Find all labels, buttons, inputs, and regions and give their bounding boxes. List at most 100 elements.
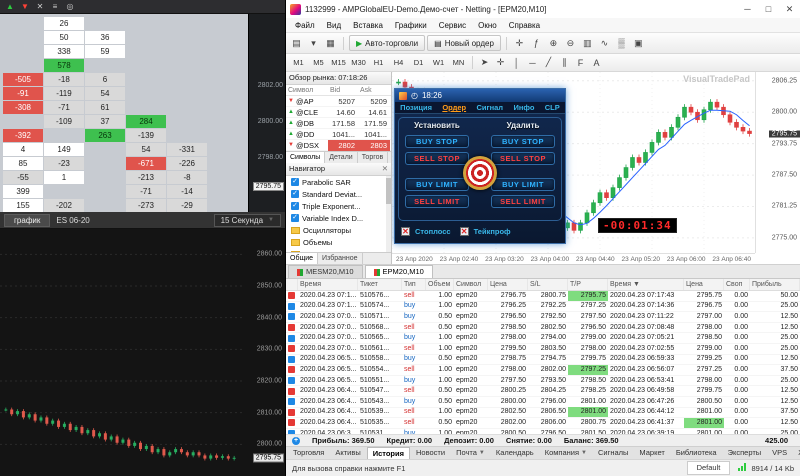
ladder-cell[interactable]: -139 [126,129,166,142]
new-order-button[interactable]: ▤ Новый ордер [427,35,501,51]
takeprofit-checkbox[interactable]: ✕ [459,227,469,236]
zoom-out-icon[interactable]: ⊖ [563,35,578,51]
history-row[interactable]: 2020.04.23 06:5... 510551... buy 1.00 epm20 2… [286,376,800,387]
history-column[interactable]: Своп [724,279,750,290]
ladder-cell[interactable]: -71 [44,101,84,114]
history-columns[interactable]: Время Тикет Тип Объем Символ Цена S/L T/P Время … [286,279,800,291]
tab-chart[interactable]: график [4,213,51,227]
market-watch-row[interactable]: ▲ @CLE 14.60 14.61 [286,107,391,118]
market-watch-tab-Детали[interactable]: Детали [325,152,358,163]
toolbox-tab-Торговля[interactable]: Торговля [288,447,329,459]
price-ladder[interactable]: 26 50 36 338 59 578 -505 -18 6 -91 -119 54 -308 -71 61… [0,14,248,212]
history-column[interactable]: Прибыль [750,279,800,290]
menu-icon[interactable]: ≡ [50,1,60,13]
ladder-cell[interactable] [126,59,166,72]
history-column[interactable]: Цена [684,279,724,290]
fibo-icon[interactable]: F [573,55,588,71]
menu-Сервис[interactable]: Сервис [433,21,472,30]
tile-windows-icon[interactable]: ▦ [323,35,338,51]
ladder-cell[interactable]: 85 [3,157,43,170]
ladder-cell[interactable] [85,143,125,156]
ladder-cell[interactable] [3,59,43,72]
ladder-cell[interactable]: 36 [85,31,125,44]
close-icon[interactable]: ✕ [382,163,388,175]
chart-tab-EPM20,M10[interactable]: EPM20,M10 [364,265,433,278]
ladder-cell[interactable] [44,185,84,198]
ladder-cell[interactable]: -8 [167,171,207,184]
market-watch-row[interactable]: ▲ @DB 171.58 171.59 [286,118,391,129]
time-axis[interactable]: 23 Апр 2020 23 Апр 02:40 23 Апр 03:20 23 Ап… [392,253,755,264]
toolbox-tab-Почта[interactable]: Почта ▼ [451,447,490,459]
history-column[interactable]: Цена [488,279,528,290]
menu-Графики[interactable]: Графики [389,21,433,30]
timeframe-H4[interactable]: H4 [389,56,408,69]
tradepad-tab-Позиция[interactable]: Позиция [400,103,432,112]
history-row[interactable]: 2020.04.23 07:1... 510576... sell 1.00 epm20… [286,291,800,302]
ladder-cell[interactable] [167,31,207,44]
sell-limit-button[interactable]: SELL LIMIT [405,195,469,208]
crosshair-tool-icon[interactable]: ✛ [493,55,508,71]
flatten-icon[interactable]: ✕ [35,1,45,13]
checkbox-icon[interactable]: ✓ [291,178,299,186]
history-column[interactable]: Время ▼ [608,279,684,290]
market-watch-tab-Символы[interactable]: Символы [286,152,326,163]
history-column[interactable] [286,279,298,290]
menu-Окно[interactable]: Окно [472,21,503,30]
toolbox-tab-Компания[interactable]: Компания ▼ [540,447,592,459]
chart-area[interactable]: VisualTradePad ◴ 18:26 Позиция Ордер Сигна… [392,72,800,264]
navigator-item[interactable]: ✓ Standard Deviat... [286,188,391,200]
tradepad-tab-Ордер[interactable]: Ордер [442,103,466,112]
market-watch-row[interactable]: ▼ @AP 5207 5209 [286,96,391,107]
ladder-cell[interactable] [3,45,43,58]
tradepad-titlebar[interactable]: ◴ 18:26 [395,89,565,102]
sell-limit-button[interactable]: SELL LIMIT [491,195,555,208]
ladder-cell[interactable] [167,87,207,100]
buy-limit-button[interactable]: BUY LIMIT [491,178,555,191]
market-watch-row[interactable]: ▲ @DD 1041... 1041... [286,129,391,140]
history-row[interactable]: 2020.04.23 06:4... 510535... sell 0.50 epm20… [286,417,800,429]
ladder-cell[interactable]: 6 [85,73,125,86]
sell-stop-button[interactable]: SELL STOP [491,152,555,165]
ladder-cell[interactable]: -331 [167,143,207,156]
left-chart[interactable]: 2860.00 2850.00 2840.00 2830.00 2820.00 2810.… [0,229,285,476]
buy-arrow-icon[interactable]: ▲ [5,1,15,13]
text-icon[interactable]: A [589,55,604,71]
ladder-cell[interactable]: -392 [3,129,43,142]
buy-stop-button[interactable]: BUY STOP [491,135,555,148]
ladder-cell[interactable]: -109 [44,115,84,128]
navigator-tab-Избранное[interactable]: Избранное [318,253,363,264]
ladder-cell[interactable]: -308 [3,101,43,114]
scrollbar[interactable] [386,176,391,252]
chart-tab-MESM20,M10[interactable]: MESM20,M10 [288,265,363,278]
ladder-cell[interactable]: -671 [126,157,166,170]
navigator-item[interactable]: ✓ Triple Exponent... [286,200,391,212]
ladder-cell[interactable] [44,129,84,142]
history-row[interactable]: 2020.04.23 06:4... 510543... buy 0.50 epm20 2… [286,397,800,408]
toolbox-tab-Активы[interactable]: Активы [330,447,365,459]
profile-selector[interactable]: Default [686,461,731,475]
history-row[interactable]: 2020.04.23 07:1... 510574... buy 1.00 epm20 2… [286,302,800,313]
ladder-cell[interactable] [126,17,166,30]
zoom-in-icon[interactable]: ⊕ [546,35,561,51]
navigator-item[interactable]: Осцилляторы [286,224,391,236]
ladder-cell[interactable]: 263 [85,129,125,142]
new-chart-icon[interactable]: ▤ [289,35,304,51]
close-button[interactable]: ✕ [779,0,800,18]
checkbox-icon[interactable]: ✓ [291,214,299,222]
horizontal-line-icon[interactable]: ─ [525,55,540,71]
ladder-cell[interactable]: 1 [44,171,84,184]
ladder-cell[interactable]: 284 [126,115,166,128]
ladder-cell[interactable]: -18 [44,73,84,86]
toolbox-tab-Сигналы[interactable]: Сигналы [593,447,633,459]
toolbox-tab-Маркет[interactable]: Маркет [634,447,669,459]
ladder-cell[interactable]: 54 [126,143,166,156]
ladder-cell[interactable]: -91 [3,87,43,100]
chart-profiles-icon[interactable]: ▾ [306,35,321,51]
navigator-item[interactable]: ✓ Variable Index D... [286,212,391,224]
ladder-cell[interactable]: -14 [167,185,207,198]
ladder-cell[interactable] [126,31,166,44]
ladder-cell[interactable]: -29 [167,199,207,212]
sell-arrow-icon[interactable]: ▼ [20,1,30,13]
ladder-cell[interactable] [85,185,125,198]
ladder-cell[interactable] [126,45,166,58]
